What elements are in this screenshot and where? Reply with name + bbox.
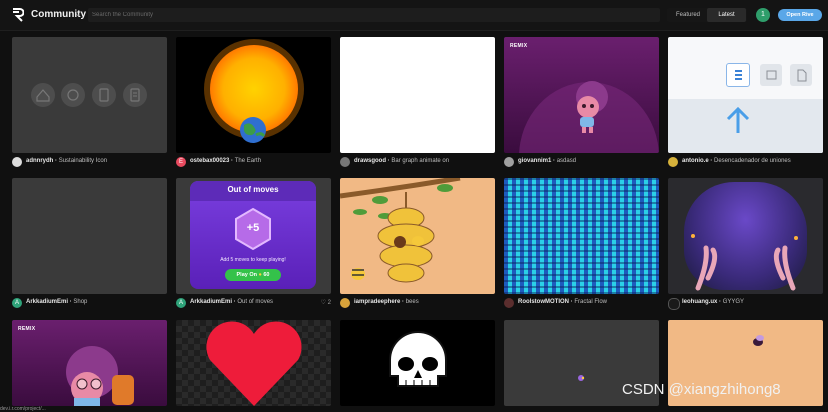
author-name[interactable]: drawsgood · Bar graph animate on <box>354 158 449 164</box>
author-avatar[interactable] <box>504 157 514 167</box>
remix-badge: REMIX <box>18 326 36 332</box>
arrow-up-icon <box>726 106 750 133</box>
author-name[interactable]: iampradeephere · bees <box>354 299 419 305</box>
project-thumbnail[interactable] <box>668 178 823 294</box>
project-thumbnail[interactable] <box>340 320 495 406</box>
card-meta: E ostebax00023 · The Earth <box>176 156 331 168</box>
hands-art <box>691 234 798 291</box>
moves-value: +5 <box>246 222 260 234</box>
card-meta: adnnrydh · Sustainability Icon <box>12 156 167 168</box>
rive-logo-icon[interactable] <box>12 8 24 22</box>
project-thumbnail[interactable] <box>12 37 167 153</box>
out-of-moves-panel: Out of moves +5 Add 5 moves to keep play… <box>190 181 316 289</box>
project-thumbnail[interactable] <box>176 37 331 153</box>
search-bar[interactable] <box>88 8 660 22</box>
sort-toggle: Featured Latest <box>667 8 747 22</box>
project-title[interactable]: Sustainability Icon <box>59 158 107 164</box>
project-thumbnail[interactable] <box>340 178 495 294</box>
project-title[interactable]: The Earth <box>235 158 261 164</box>
project-thumbnail[interactable]: Out of moves +5 Add 5 moves to keep play… <box>176 178 331 294</box>
project-title[interactable]: Shop <box>73 299 87 305</box>
coin-icon: ● <box>258 272 262 278</box>
top-bar: Community ⌄ Featured Latest 1 Open Rive <box>0 0 828 31</box>
card-meta: RoolstowMOTION · Fractal Flow <box>504 297 659 309</box>
author-avatar[interactable] <box>12 157 22 167</box>
project-title[interactable]: Desencadenador de uniones <box>714 158 791 164</box>
project-title[interactable]: bees <box>406 299 419 305</box>
play-on-button[interactable]: Play On ● 60 <box>225 269 281 281</box>
tab-featured[interactable]: Featured <box>670 8 706 22</box>
author-name[interactable]: RoolstowMOTION · Fractal Flow <box>518 299 607 305</box>
author-name[interactable]: giovannim1 · asdasd <box>518 158 576 164</box>
moves-text: Add 5 moves to keep playing! <box>220 257 286 263</box>
card-meta: A ArkkadiumEmi · Shop <box>12 297 167 309</box>
card-meta: antonio.e · Desencadenador de uniones <box>668 156 823 168</box>
heart-icon <box>206 321 302 406</box>
character-art <box>66 346 134 406</box>
status-url: dev.i.r.com/project/... <box>0 406 46 412</box>
author-avatar[interactable]: A <box>12 298 22 308</box>
card-meta: giovannim1 · asdasd <box>504 156 659 168</box>
project-thumbnail[interactable] <box>504 178 659 294</box>
author-avatar[interactable] <box>668 298 680 310</box>
sustainability-icons <box>31 83 147 107</box>
author-avatar[interactable] <box>340 157 350 167</box>
remix-badge: REMIX <box>510 43 528 49</box>
skull-icon <box>389 331 447 387</box>
card-meta: A ArkkadiumEmi · Out of moves ♡ 2 <box>176 297 331 309</box>
author-avatar[interactable] <box>340 298 350 308</box>
user-avatar[interactable]: 1 <box>756 8 770 22</box>
tab-latest[interactable]: Latest <box>707 8 746 22</box>
card-meta: leohuang.ux · GYYGY <box>668 297 823 310</box>
beehive-art <box>340 178 461 283</box>
project-thumbnail[interactable] <box>668 37 823 153</box>
project-thumbnail[interactable]: REMIX <box>504 37 659 153</box>
project-thumbnail[interactable] <box>12 178 167 294</box>
project-thumbnail[interactable] <box>340 37 495 153</box>
project-thumbnail[interactable]: REMIX <box>12 320 167 406</box>
author-avatar[interactable] <box>668 157 678 167</box>
card-meta: drawsgood · Bar graph animate on <box>340 156 495 168</box>
watermark: CSDN @xiangzhihong8 <box>622 381 781 398</box>
project-title[interactable]: GYYGY <box>723 299 744 305</box>
author-name[interactable]: ArkkadiumEmi · Shop <box>26 299 87 305</box>
author-avatar[interactable]: E <box>176 157 186 167</box>
project-title[interactable]: Fractal Flow <box>574 299 607 305</box>
project-title[interactable]: Out of moves <box>237 299 273 305</box>
author-avatar[interactable]: A <box>176 298 186 308</box>
author-name[interactable]: ArkkadiumEmi · Out of moves <box>190 299 273 305</box>
project-title[interactable]: Bar graph animate on <box>391 158 449 164</box>
author-name[interactable]: ostebax00023 · The Earth <box>190 158 261 164</box>
author-avatar[interactable] <box>504 298 514 308</box>
author-name[interactable]: leohuang.ux · GYYGY <box>682 299 744 305</box>
author-name[interactable]: antonio.e · Desencadenador de uniones <box>682 158 791 164</box>
project-thumbnail[interactable] <box>176 320 331 406</box>
project-title[interactable]: asdasd <box>557 158 576 164</box>
character-art <box>519 81 659 153</box>
open-rive-button[interactable]: Open Rive <box>778 9 822 21</box>
author-name[interactable]: adnnrydh · Sustainability Icon <box>26 158 107 164</box>
sun-earth-art <box>204 39 304 143</box>
chevron-down-icon[interactable]: ⌄ <box>75 10 81 18</box>
card-meta: iampradeephere · bees <box>340 297 495 309</box>
like-count[interactable]: ♡ 2 <box>321 299 331 306</box>
search-input[interactable] <box>92 8 652 22</box>
